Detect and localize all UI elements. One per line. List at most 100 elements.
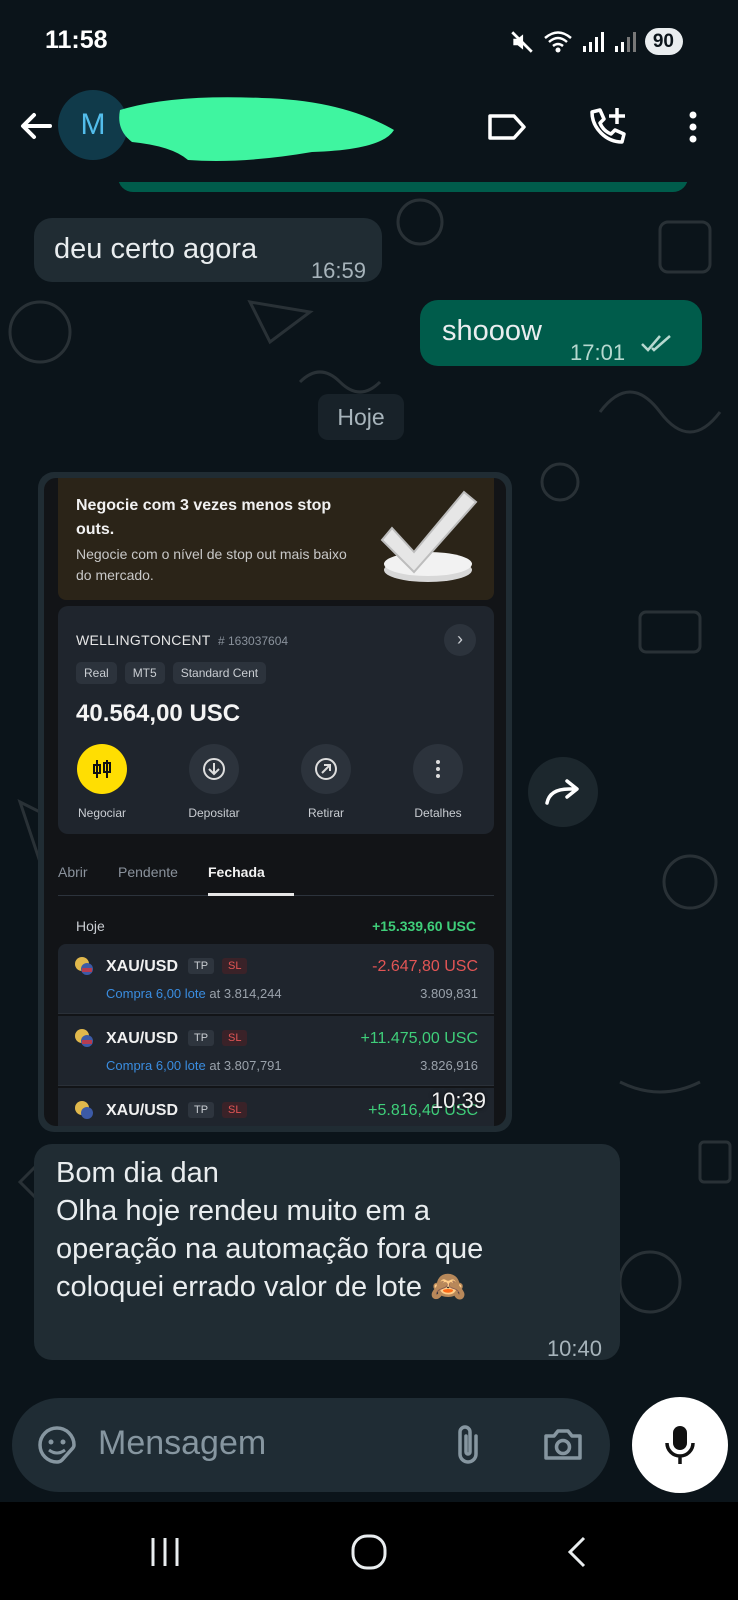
trade-row: XAU/USD TP SL -2.647,80 USC Compra 6,00 … xyxy=(58,944,494,1014)
account-tags: Real MT5 Standard Cent xyxy=(76,662,267,684)
home-button[interactable] xyxy=(344,1532,394,1572)
microphone-icon xyxy=(665,1426,695,1464)
status-bar: 11:58 90 xyxy=(0,0,738,84)
trading-app-screenshot[interactable]: Negocie com 3 vezes menos stop outs. Neg… xyxy=(44,478,506,1126)
back-nav-button[interactable] xyxy=(552,1532,602,1572)
system-nav-bar xyxy=(0,1502,738,1600)
date-divider: Hoje xyxy=(318,394,404,440)
trade-row: XAU/USD TP SL +11.475,00 USC Compra 6,00… xyxy=(58,1016,494,1086)
trade-symbol: XAU/USD xyxy=(106,1030,179,1047)
sticker-icon[interactable] xyxy=(34,1422,80,1468)
checkmark-3d-icon xyxy=(380,490,478,582)
more-options-button[interactable] xyxy=(670,104,716,150)
action-depositar: Depositar xyxy=(164,744,264,820)
message-text: Bom dia dan Olha hoje rendeu muito em a … xyxy=(56,1154,483,1306)
tp-badge: TP xyxy=(188,1030,215,1046)
trade-open-price: at 3.814,244 xyxy=(209,986,282,1001)
message-time: 10:40 xyxy=(546,1336,602,1361)
orders-tabs: Abrir Pendente Fechada xyxy=(58,856,494,896)
back-arrow-icon xyxy=(21,113,52,139)
message-line: operação na automação fora que xyxy=(56,1233,484,1265)
back-chevron-icon xyxy=(567,1536,586,1568)
redaction-mark xyxy=(119,97,394,161)
download-circle-icon xyxy=(203,758,225,780)
tp-badge: TP xyxy=(188,958,215,974)
sl-badge: SL xyxy=(222,1102,248,1118)
image-message[interactable]: Negocie com 3 vezes menos stop outs. Neg… xyxy=(38,472,512,1132)
trade-detail: Compra 6,00 lote at 3.814,244 xyxy=(106,986,282,1001)
arrow-up-right-circle-icon xyxy=(315,758,337,780)
candlestick-icon xyxy=(93,760,111,778)
status-icons: 90 xyxy=(509,28,683,55)
day-label: Hoje xyxy=(76,918,105,934)
tag-platform: MT5 xyxy=(124,662,165,684)
add-call-button[interactable] xyxy=(584,104,630,150)
label-button[interactable] xyxy=(484,104,530,150)
action-detalhes: Detalhes xyxy=(388,744,488,820)
trade-row: XAU/USD TP SL +5.816,40 USC xyxy=(58,1088,494,1126)
voice-record-button[interactable] xyxy=(632,1397,728,1493)
trade-side: Compra 6,00 lote xyxy=(106,1058,206,1073)
trade-symbol: XAU/USD xyxy=(106,958,179,975)
chat-area[interactable]: Editada 16:51 deu certo agora 16:59 shoo… xyxy=(0,182,738,1402)
account-balance: 40.564,00 USC xyxy=(76,700,241,727)
status-time: 11:58 xyxy=(45,26,108,54)
mute-icon xyxy=(511,30,533,53)
tag-real: Real xyxy=(76,662,117,684)
battery-indicator: 90 xyxy=(644,28,683,55)
tab-abrir: Abrir xyxy=(58,864,88,880)
trade-close-price: 3.826,916 xyxy=(420,1058,478,1073)
message-time: 10:39 xyxy=(430,1088,486,1113)
attachment-icon[interactable] xyxy=(448,1422,488,1468)
message-line: coloquei errado valor de lote 🙈 xyxy=(56,1271,467,1303)
message-line: Olha hoje rendeu muito em a xyxy=(56,1195,430,1227)
incoming-message-1[interactable]: deu certo agora 16:59 xyxy=(34,218,382,283)
more-vertical-icon xyxy=(436,760,440,778)
signal-icon-2 xyxy=(614,31,636,52)
action-label: Negociar xyxy=(77,806,127,820)
phone-plus-icon xyxy=(590,108,626,144)
message-time: 16:59 xyxy=(310,258,366,283)
xau-usd-icon xyxy=(75,1029,93,1047)
tab-fechada: Fechada xyxy=(208,864,265,880)
account-card: WELLINGTONCENT # 163037604 › Real MT5 St… xyxy=(58,606,494,834)
promo-title: Negocie com 3 vezes menos stop outs. xyxy=(76,497,332,538)
signal-icon xyxy=(582,31,604,52)
back-button[interactable] xyxy=(14,104,58,148)
account-actions: Negociar Depositar Retirar Detalhes xyxy=(58,744,494,824)
action-label: Detalhes xyxy=(414,806,462,820)
outgoing-message-2[interactable]: shooow 17:01 xyxy=(420,300,702,366)
promo-banner: Negocie com 3 vezes menos stop outs. Neg… xyxy=(58,478,494,600)
label-icon xyxy=(488,114,526,140)
kebab-menu-icon xyxy=(689,111,697,143)
forward-button[interactable] xyxy=(528,757,598,827)
message-input-bar[interactable]: Mensagem xyxy=(12,1398,610,1492)
recent-apps-button[interactable] xyxy=(140,1532,190,1572)
camera-icon[interactable] xyxy=(540,1422,586,1468)
trade-side: Compra 6,00 lote xyxy=(106,986,206,1001)
message-text: deu certo agora xyxy=(54,233,258,265)
double-check-icon xyxy=(641,335,671,352)
account-number: # 163037604 xyxy=(218,634,289,648)
sl-badge: SL xyxy=(222,1030,248,1046)
action-label: Retirar xyxy=(307,806,344,820)
message-line: Bom dia dan xyxy=(56,1157,219,1189)
day-total: +15.339,60 USC xyxy=(372,918,476,934)
chevron-right-icon: › xyxy=(444,624,476,656)
forward-icon xyxy=(545,779,579,805)
message-input[interactable]: Mensagem xyxy=(98,1424,266,1463)
tab-pendente: Pendente xyxy=(118,864,178,880)
previous-outgoing-message[interactable]: Editada 16:51 xyxy=(118,182,688,192)
incoming-message-3[interactable]: Bom dia dan Olha hoje rendeu muito em a … xyxy=(34,1144,620,1361)
action-negociar: Negociar xyxy=(52,744,152,820)
xau-usd-icon xyxy=(75,957,93,975)
account-name: WELLINGTONCENT xyxy=(76,632,211,648)
tp-badge: TP xyxy=(188,1102,215,1118)
promo-subtitle: Negocie com o nível de stop out mais bai… xyxy=(76,546,347,583)
recent-apps-icon xyxy=(151,1538,179,1566)
chat-header: M Mi xyxy=(0,84,738,182)
active-tab-underline xyxy=(208,893,294,896)
trade-open-price: at 3.807,791 xyxy=(209,1058,282,1073)
trade-close-price: 3.809,831 xyxy=(420,986,478,1001)
message-text: shooow xyxy=(442,315,542,347)
